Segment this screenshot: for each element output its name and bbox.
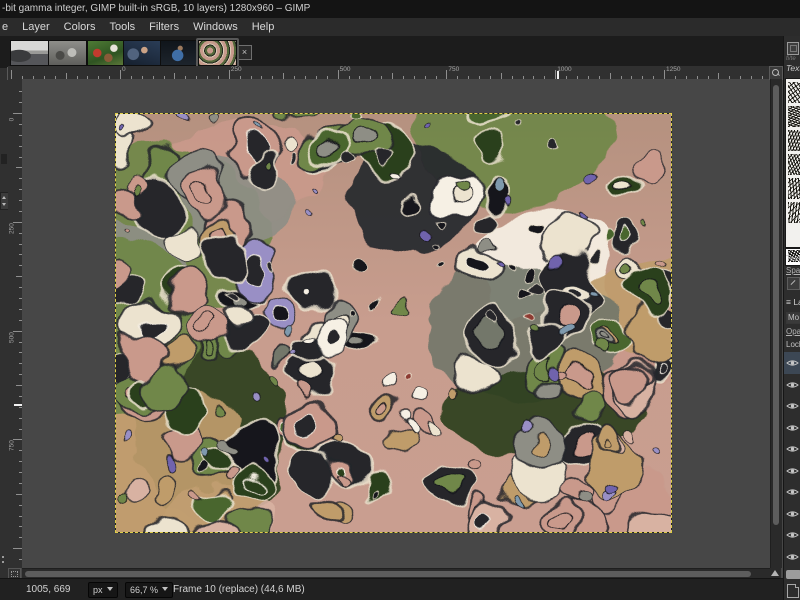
h-ruler-label-500: 500 xyxy=(340,66,351,73)
unit-dropdown[interactable]: px xyxy=(88,582,118,598)
vertical-scrollbar[interactable] xyxy=(770,79,782,568)
h-ruler-label-250: 250 xyxy=(231,66,242,73)
quick-mask-icon xyxy=(11,571,18,577)
right-dock-sliver: fi/te Text Text Spac ≡ La Mo Opa Lock xyxy=(783,36,800,600)
h-ruler-label-1250: 1250 xyxy=(666,66,680,73)
menu-item-windows[interactable]: Windows xyxy=(186,18,245,36)
layer-row[interactable] xyxy=(784,481,800,503)
image-tab-row: × xyxy=(0,36,800,68)
font-preview-item[interactable] xyxy=(788,130,800,151)
canvas-viewport[interactable] xyxy=(22,79,770,568)
font-preview-item[interactable] xyxy=(788,154,800,175)
layer-row[interactable] xyxy=(784,503,800,525)
menu-item-e[interactable]: e xyxy=(0,18,15,36)
font-preview-item[interactable] xyxy=(788,202,800,223)
thumbnail-coastal-photo xyxy=(10,40,49,66)
thumbnail-street-photo xyxy=(48,40,87,66)
ruler-pointer-marker xyxy=(557,71,559,79)
menu-item-colors[interactable]: Colors xyxy=(57,18,103,36)
v-ruler-label-750: 750 xyxy=(9,438,16,454)
v-ruler-label-500: 500 xyxy=(9,329,16,345)
layer-row[interactable] xyxy=(784,524,800,546)
layer-row[interactable] xyxy=(784,352,800,374)
menu-item-layer[interactable]: Layer xyxy=(15,18,57,36)
dock-tab-icon[interactable] xyxy=(787,42,799,55)
navigation-icon xyxy=(771,570,779,576)
new-layer-icon[interactable] xyxy=(787,584,799,598)
eye-icon[interactable] xyxy=(786,444,799,454)
menu-bar: eLayerColorsToolsFiltersWindowsHelp xyxy=(0,18,800,37)
eye-icon[interactable] xyxy=(786,423,799,433)
dock-scrollbar-fragment[interactable] xyxy=(786,570,800,579)
canvas-image[interactable] xyxy=(115,113,672,533)
close-tab-button[interactable]: × xyxy=(237,45,252,60)
eye-icon[interactable] xyxy=(786,552,799,562)
layer-row[interactable] xyxy=(784,460,800,482)
chevron-down-icon xyxy=(162,587,168,591)
eye-icon[interactable] xyxy=(786,487,799,497)
window-title: -bit gamma integer, GIMP built-in sRGB, … xyxy=(2,3,310,14)
image-tab-street-photo[interactable] xyxy=(46,38,89,68)
horizontal-ruler: 025050075010001250 xyxy=(8,66,770,80)
thumbnail-indoor-blue-photo xyxy=(123,40,162,66)
h-ruler-label-750: 750 xyxy=(448,66,459,73)
eye-icon[interactable] xyxy=(786,358,799,368)
title-bar[interactable]: -bit gamma integer, GIMP built-in sRGB, … xyxy=(0,0,800,18)
dock-hint-text: fi/te xyxy=(786,56,796,62)
image-tab-portrait-dark-photo[interactable] xyxy=(158,38,201,68)
layer-row[interactable] xyxy=(784,395,800,417)
image-tab-marbled-frame[interactable] xyxy=(196,38,239,68)
vertical-scrollbar-thumb[interactable] xyxy=(773,85,779,525)
menu-item-help[interactable]: Help xyxy=(245,18,282,36)
menu-item-tools[interactable]: Tools xyxy=(102,18,142,36)
font-preview-item[interactable] xyxy=(788,82,800,103)
eye-icon[interactable] xyxy=(786,380,799,390)
edit-icon[interactable] xyxy=(787,277,800,290)
left-dock-dot xyxy=(2,556,4,558)
pointer-position-label: 1005, 669 xyxy=(26,579,71,600)
zoom-fit-toggle-button[interactable] xyxy=(769,66,783,80)
spacing-label: Spac xyxy=(786,266,800,275)
chevron-down-icon xyxy=(107,587,113,591)
image-tab-coastal-photo[interactable] xyxy=(8,38,51,68)
horizontal-scrollbar-thumb[interactable] xyxy=(25,571,751,577)
layers-panel-header[interactable]: ≡ La xyxy=(786,297,800,307)
font-preview-list[interactable] xyxy=(785,78,800,248)
vertical-ruler: 0 250 500 750 xyxy=(8,79,23,568)
ruler-pointer-marker xyxy=(14,404,22,406)
menu-item-filters[interactable]: Filters xyxy=(142,18,186,36)
font-preview-item[interactable] xyxy=(788,106,800,127)
layer-mode-label[interactable]: Mo xyxy=(786,312,800,324)
v-ruler-label-250: 250 xyxy=(9,220,16,236)
layer-row[interactable] xyxy=(784,438,800,460)
status-message: Frame 10 (replace) (44,6 MB) xyxy=(173,579,305,600)
layer-row[interactable] xyxy=(784,417,800,439)
navigation-button[interactable] xyxy=(770,568,781,578)
layer-opacity-label: Opa xyxy=(786,327,800,336)
v-ruler-label-0: 0 xyxy=(9,112,16,128)
layer-row[interactable] xyxy=(784,374,800,396)
layer-row[interactable] xyxy=(784,546,800,568)
eye-icon[interactable] xyxy=(786,401,799,411)
layer-lock-label: Lock xyxy=(786,340,800,349)
text-tool-label: Text xyxy=(786,63,800,73)
left-dock-widget-fragment xyxy=(1,154,7,164)
left-dock-dot xyxy=(2,561,4,563)
text-section-label: Text xyxy=(786,254,800,263)
status-bar: 1005, 669 px 66,7 % Frame 10 (replace) (… xyxy=(0,578,800,600)
h-ruler-label-0: 0 xyxy=(122,66,126,73)
font-preview-item[interactable] xyxy=(788,178,800,199)
layer-list xyxy=(784,352,800,567)
eye-icon[interactable] xyxy=(786,466,799,476)
eye-icon[interactable] xyxy=(786,509,799,519)
eye-icon[interactable] xyxy=(786,530,799,540)
zoom-dropdown[interactable]: 66,7 % xyxy=(125,582,173,598)
gimp-window: -bit gamma integer, GIMP built-in sRGB, … xyxy=(0,0,800,600)
thumbnail-portrait-dark-photo xyxy=(160,40,199,66)
thumbnail-marbled-frame xyxy=(198,40,237,66)
